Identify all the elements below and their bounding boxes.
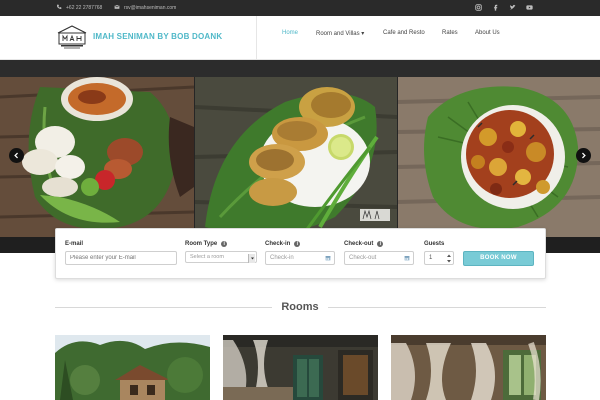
guests-input[interactable]: 1 bbox=[424, 251, 454, 265]
email-label: E-mail bbox=[65, 241, 83, 247]
checkin-label: Check-in i bbox=[265, 241, 301, 247]
slide-image-fried-fish[interactable] bbox=[195, 77, 397, 237]
select-arrow bbox=[248, 254, 255, 263]
slide-image-crackers-sambal[interactable] bbox=[0, 77, 194, 237]
email-label-text: E-mail bbox=[65, 241, 84, 247]
site-header: IMAH SENIMAN BY BOB DOANK Home Room and … bbox=[0, 16, 600, 60]
slide-image-sweet-sour-dish[interactable] bbox=[398, 77, 600, 237]
chevron-right-icon bbox=[582, 152, 586, 159]
room-type-label-text: Room Type bbox=[185, 241, 218, 247]
stepper-arrows-icon bbox=[447, 254, 451, 263]
room-type-selected: Select a room bbox=[190, 254, 224, 260]
chevron-left-icon bbox=[14, 152, 18, 159]
caret-down-icon bbox=[250, 257, 254, 260]
info-icon[interactable]: i bbox=[377, 241, 384, 247]
brand-name[interactable]: IMAH SENIMAN BY BOB DOANK bbox=[93, 32, 222, 41]
twitter-icon[interactable] bbox=[509, 4, 516, 11]
page: +62 22 2787768 rsv@imahseniman.com IMAH … bbox=[0, 0, 600, 400]
rooms-divider-left bbox=[55, 307, 272, 308]
email-contact[interactable]: rsv@imahseniman.com bbox=[114, 4, 176, 12]
rooms-divider-right bbox=[328, 307, 546, 308]
checkin-input[interactable]: Check-in bbox=[265, 251, 335, 265]
calendar-icon bbox=[404, 256, 410, 261]
guests-value: 1 bbox=[429, 255, 433, 261]
guests-stepper[interactable] bbox=[446, 253, 452, 264]
nav-about-us[interactable]: About Us bbox=[475, 30, 500, 36]
checkout-placeholder: Check-out bbox=[349, 255, 377, 261]
nav-cafe-and-resto[interactable]: Cafe and Resto bbox=[383, 30, 425, 36]
phone-number: +62 22 2787768 bbox=[66, 5, 103, 11]
slider-top-strip bbox=[0, 60, 600, 77]
youtube-icon[interactable] bbox=[526, 4, 533, 11]
room-card-curtained-suite[interactable] bbox=[391, 335, 546, 400]
phone-contact[interactable]: +62 22 2787768 bbox=[56, 4, 102, 12]
guests-label: Guests bbox=[424, 241, 444, 247]
instagram-icon[interactable] bbox=[475, 4, 482, 11]
facebook-icon[interactable] bbox=[492, 4, 499, 11]
slider-next-button[interactable] bbox=[576, 148, 591, 163]
room-card-canopy-bedroom[interactable] bbox=[223, 335, 378, 400]
checkout-label: Check-out i bbox=[344, 241, 384, 247]
nav-divider bbox=[256, 16, 257, 60]
checkout-label-text: Check-out bbox=[344, 241, 374, 247]
nav-home[interactable]: Home bbox=[282, 30, 298, 36]
hero-slider bbox=[0, 60, 600, 253]
slider-prev-button[interactable] bbox=[9, 148, 24, 163]
calendar-icon bbox=[325, 256, 331, 261]
phone-icon bbox=[56, 4, 62, 12]
nav-rates[interactable]: Rates bbox=[442, 30, 458, 36]
room-card-garden-villa[interactable] bbox=[55, 335, 210, 400]
email-input[interactable] bbox=[65, 251, 177, 265]
book-now-button[interactable]: BOOK NOW bbox=[463, 251, 534, 266]
email-address: rsv@imahseniman.com bbox=[124, 5, 177, 11]
rooms-heading: Rooms bbox=[281, 301, 319, 313]
checkout-input[interactable]: Check-out bbox=[344, 251, 414, 265]
social-links bbox=[475, 4, 533, 11]
site-logo[interactable] bbox=[56, 24, 88, 50]
room-type-select[interactable]: Select a room bbox=[185, 251, 257, 263]
envelope-icon bbox=[114, 4, 120, 12]
guests-label-text: Guests bbox=[424, 241, 445, 247]
checkin-placeholder: Check-in bbox=[270, 255, 294, 261]
checkin-label-text: Check-in bbox=[265, 241, 291, 247]
info-icon[interactable]: i bbox=[221, 241, 228, 247]
top-bar: +62 22 2787768 rsv@imahseniman.com bbox=[0, 0, 600, 16]
nav-room-and-villas[interactable]: Room and Villas ▾ bbox=[316, 30, 364, 37]
room-type-label: Room Type i bbox=[185, 241, 228, 247]
info-icon[interactable]: i bbox=[294, 241, 301, 247]
